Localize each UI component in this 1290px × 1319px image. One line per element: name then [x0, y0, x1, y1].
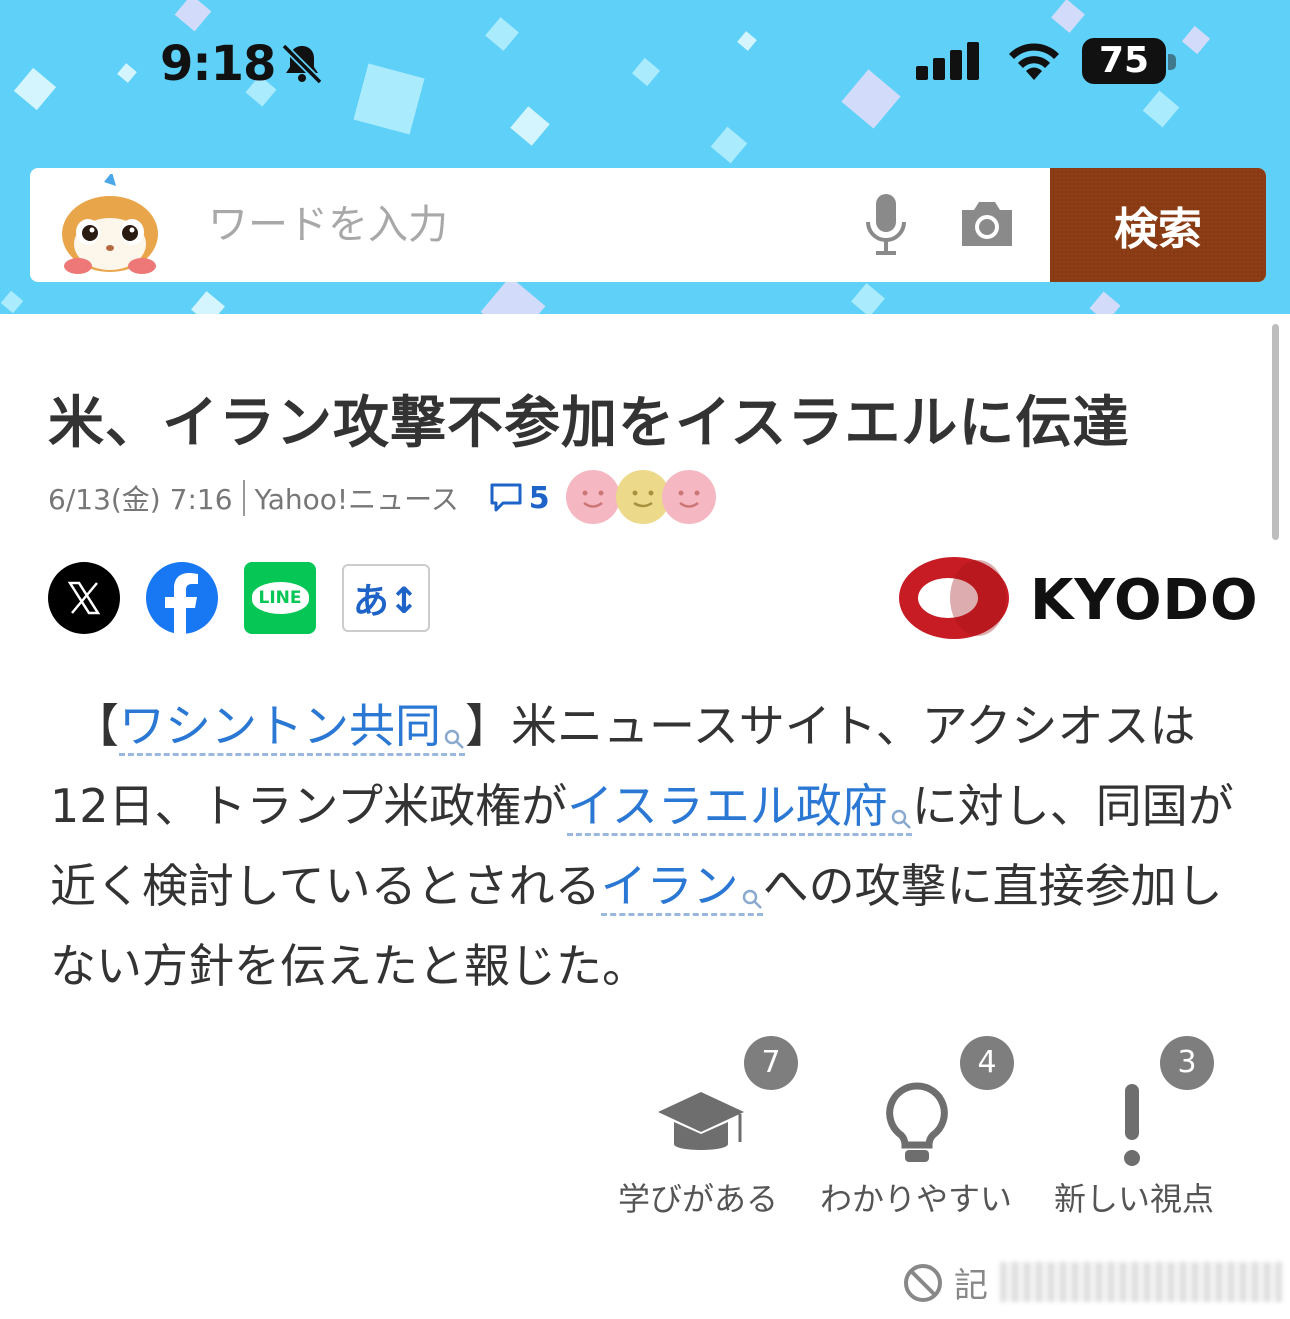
confetti — [480, 276, 546, 314]
confetti — [191, 291, 225, 314]
divider — [242, 480, 245, 516]
keyword-link[interactable]: ワシントン共同 — [119, 699, 465, 756]
comment-icon — [490, 483, 522, 512]
keyword-link-text: ワシントン共同 — [119, 699, 441, 753]
confetti — [1089, 291, 1121, 314]
confetti — [510, 106, 550, 146]
lightbulb-icon — [884, 1082, 950, 1172]
magnifier-icon — [890, 778, 912, 850]
font-size-button[interactable]: あ↕ — [342, 564, 430, 632]
confetti — [0, 290, 24, 314]
confetti — [174, 0, 212, 32]
reaction-buttons: 7 学びがある 4 わかりやすい 3 新しい視点 — [600, 1036, 1240, 1226]
comment-count: 5 — [528, 480, 550, 516]
status-bar: 9:18 75 — [0, 28, 1290, 98]
article-source[interactable]: Yahoo!ニュース — [255, 478, 459, 518]
prohibited-icon — [904, 1263, 942, 1302]
comment-link[interactable]: 5 — [489, 481, 550, 516]
report-label: 記 — [954, 1266, 988, 1306]
search-input[interactable] — [206, 194, 830, 256]
reaction-label: 学びがある — [618, 1180, 779, 1218]
header: 9:18 75 ワードを入力 検索 — [0, 0, 1290, 314]
article-body: 【ワシントン共同 】米ニュースサイト、アクシオスは12日、トランプ米政権がイスラエ… — [50, 690, 1250, 1002]
line-icon: LINE — [251, 582, 309, 614]
battery-icon: 75 — [1082, 38, 1166, 84]
publisher-name[interactable]: KYODO — [1030, 568, 1259, 633]
reaction-learn-button[interactable]: 7 学びがある — [600, 1036, 800, 1226]
keyword-link-text: イスラエル政府 — [567, 779, 888, 833]
reaction-count-badge: 3 — [1160, 1036, 1214, 1090]
reaction-count-badge: 4 — [960, 1036, 1014, 1090]
reaction-label: わかりやすい — [820, 1180, 1013, 1218]
share-facebook-button[interactable] — [146, 562, 218, 634]
bell-slash-icon — [280, 42, 324, 90]
kyodo-logo-icon[interactable] — [898, 556, 1010, 644]
article-meta: 6/13(金) 7:16 Yahoo!ニュース 5 — [48, 470, 726, 524]
scrollbar[interactable] — [1272, 324, 1279, 540]
reaction-clear-button[interactable]: 4 わかりやすい — [816, 1036, 1016, 1226]
mic-icon[interactable] — [864, 194, 908, 260]
share-bar: LINE あ↕ — [48, 562, 456, 634]
keyword-link[interactable]: イスラエル政府 — [567, 779, 912, 836]
signal-icon — [916, 42, 982, 84]
smile-face-icon — [661, 470, 716, 524]
search-bar: 検索 — [30, 168, 1266, 282]
magnifier-icon — [443, 698, 465, 770]
reaction-count-badge: 7 — [744, 1036, 798, 1090]
keyword-link[interactable]: イラン — [600, 859, 763, 916]
keyword-link-text: イラン — [600, 859, 739, 913]
status-time: 9:18 — [160, 36, 276, 92]
confetti — [710, 126, 748, 164]
reaction-label: 新しい視点 — [1054, 1180, 1215, 1218]
mascot-logo[interactable] — [50, 172, 170, 282]
blurred-overlay — [1000, 1262, 1282, 1302]
magnifier-icon — [741, 858, 763, 930]
camera-icon[interactable] — [958, 200, 1016, 252]
happy-face-icon — [565, 470, 620, 524]
confetti — [851, 283, 885, 314]
share-line-button[interactable]: LINE — [244, 562, 316, 634]
article-title: 米、イラン攻撃不参加をイスラエルに伝達 — [48, 391, 1130, 456]
facebook-icon — [165, 573, 198, 634]
body-text: 【 — [96, 699, 119, 753]
share-x-button[interactable] — [48, 562, 120, 634]
reaction-faces[interactable] — [565, 470, 726, 526]
search-button[interactable]: 検索 — [1050, 168, 1266, 282]
x-icon — [67, 581, 101, 615]
exclamation-icon — [1116, 1082, 1148, 1172]
wifi-icon — [1004, 40, 1064, 86]
article-date: 6/13(金) 7:16 — [48, 483, 233, 516]
battery-tip — [1168, 54, 1176, 70]
reaction-new-view-button[interactable]: 3 新しい視点 — [1050, 1036, 1240, 1226]
graduation-cap-icon — [656, 1082, 746, 1170]
report-link[interactable]: 記 — [902, 1258, 988, 1307]
